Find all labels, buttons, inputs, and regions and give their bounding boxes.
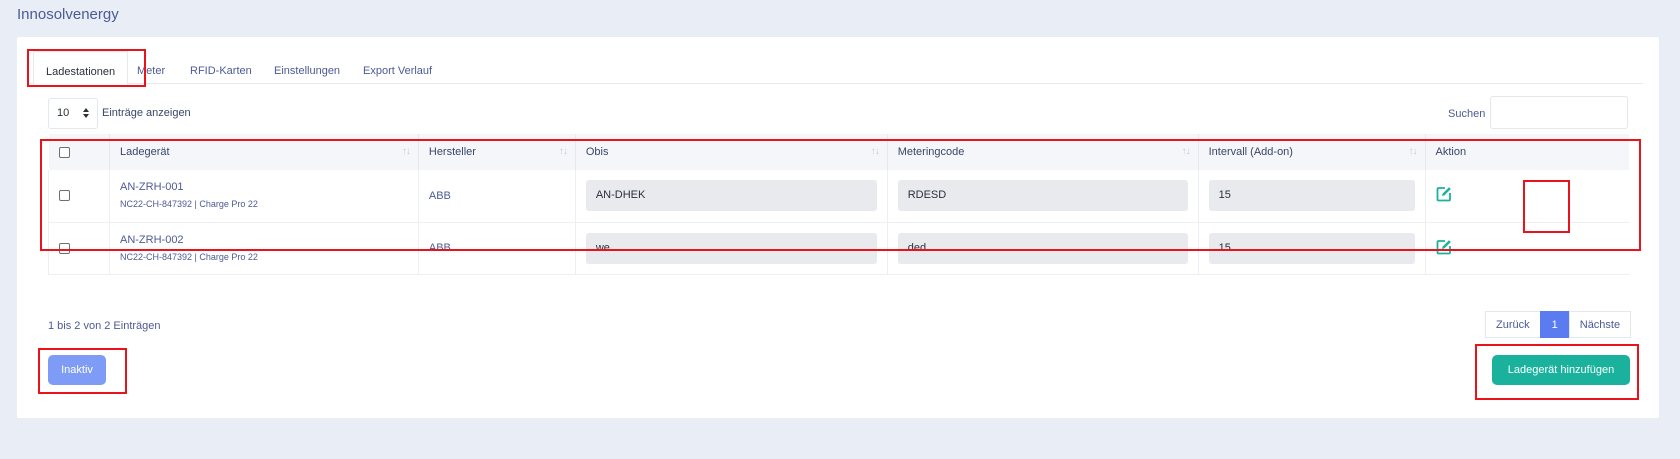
metering-code-cell: ded: [887, 222, 1199, 274]
edit-icon[interactable]: [1436, 186, 1452, 202]
manufacturer-cell: ABB: [418, 170, 576, 222]
col-header-obis[interactable]: Obis ↑↓: [575, 134, 888, 170]
charger-cell: AN-ZRH-002 NC22-CH-847392 | Charge Pro 2…: [109, 222, 419, 274]
metering-code-field[interactable]: ded: [897, 232, 1188, 264]
sort-icon: ↑↓: [1408, 146, 1418, 157]
col-header-intervall[interactable]: Intervall (Add-on) ↑↓: [1198, 134, 1426, 170]
sort-icon: ↑↓: [558, 146, 568, 157]
tab-einstellungen[interactable]: Einstellungen: [274, 51, 340, 84]
charger-table: Ladegerät ↑↓ Hersteller ↑↓ Obis ↑↓ Metering…: [48, 134, 1629, 275]
sort-arrows-icon: [83, 108, 89, 118]
table-header-row: Ladegerät ↑↓ Hersteller ↑↓ Obis ↑↓ Metering…: [48, 134, 1629, 170]
table-row: AN-ZRH-002 NC22-CH-847392 | Charge Pro 2…: [48, 222, 1629, 274]
select-all-checkbox[interactable]: [58, 146, 70, 158]
pagination: Zurück 1 Nächste: [1485, 311, 1632, 338]
col-header-meteringcode[interactable]: Meteringcode ↑↓: [887, 134, 1199, 170]
metering-code-field[interactable]: RDESD: [897, 180, 1188, 212]
obis-cell: we: [575, 222, 888, 274]
row-select-cell: [48, 170, 110, 222]
charger-name-link[interactable]: AN-ZRH-001: [120, 180, 408, 194]
metering-code-cell: RDESD: [887, 170, 1199, 222]
page-length-select[interactable]: 10: [48, 98, 98, 129]
col-label: Ladegerät: [119, 146, 170, 158]
inactive-button[interactable]: Inaktiv: [48, 355, 106, 385]
col-header-hersteller[interactable]: Hersteller ↑↓: [418, 134, 576, 170]
page-length-label: Einträge anzeigen: [102, 107, 191, 119]
tab-bar: Ladestationen Meter RFID-Karten Einstell…: [27, 51, 1643, 85]
manufacturer-cell: ABB: [418, 222, 576, 274]
col-label: Hersteller: [428, 146, 476, 158]
col-label: Aktion: [1435, 146, 1467, 158]
obis-field[interactable]: AN-DHEK: [585, 180, 877, 212]
charger-name-link[interactable]: AN-ZRH-002: [120, 233, 408, 247]
pagination-page-1[interactable]: 1: [1539, 311, 1570, 338]
charger-cell: AN-ZRH-001 NC22-CH-847392 | Charge Pro 2…: [109, 170, 419, 222]
col-label: Obis: [585, 146, 609, 158]
col-header-aktion: Aktion: [1425, 134, 1629, 170]
search-label: Suchen: [1448, 108, 1486, 120]
table-row: AN-ZRH-001 NC22-CH-847392 | Charge Pro 2…: [48, 170, 1629, 222]
obis-field[interactable]: we: [585, 232, 877, 264]
action-cell: [1425, 170, 1629, 222]
tab-rfid-karten[interactable]: RFID-Karten: [190, 51, 252, 84]
main-card: Ladestationen Meter RFID-Karten Einstell…: [17, 37, 1659, 418]
tab-ladestationen[interactable]: Ladestationen: [33, 51, 129, 85]
row-select-cell: [48, 222, 110, 274]
interval-field[interactable]: 15: [1208, 232, 1415, 264]
charger-subtitle: NC22-CH-847392 | Charge Pro 22: [119, 251, 258, 262]
tab-export-verlauf[interactable]: Export Verlauf: [363, 51, 432, 84]
edit-icon[interactable]: [1436, 239, 1452, 255]
page-length-value: 10: [57, 107, 70, 119]
sort-icon: ↑↓: [1181, 146, 1191, 157]
search-input[interactable]: [1490, 96, 1628, 129]
col-label: Meteringcode: [897, 146, 965, 158]
col-label: Intervall (Add-on): [1208, 146, 1293, 158]
pagination-next[interactable]: Nächste: [1568, 311, 1632, 338]
sort-icon: ↑↓: [401, 146, 411, 157]
row-checkbox[interactable]: [59, 242, 70, 254]
select-all-header: [48, 134, 110, 170]
table-info: 1 bis 2 von 2 Einträgen: [48, 320, 161, 332]
add-charger-button[interactable]: Ladegerät hinzufügen: [1492, 355, 1630, 385]
interval-cell: 15: [1198, 222, 1426, 274]
interval-cell: 15: [1198, 170, 1426, 222]
pagination-prev[interactable]: Zurück: [1485, 311, 1541, 338]
sort-icon: ↑↓: [870, 146, 880, 157]
col-header-ladegeraet[interactable]: Ladegerät ↑↓: [109, 134, 419, 170]
row-checkbox[interactable]: [59, 190, 70, 202]
app-title: Innosolvenergy: [17, 6, 119, 23]
tab-meter[interactable]: Meter: [137, 51, 165, 84]
charger-subtitle: NC22-CH-847392 | Charge Pro 22: [119, 199, 258, 210]
interval-field[interactable]: 15: [1208, 180, 1415, 212]
obis-cell: AN-DHEK: [575, 170, 888, 222]
action-cell: [1425, 222, 1629, 274]
